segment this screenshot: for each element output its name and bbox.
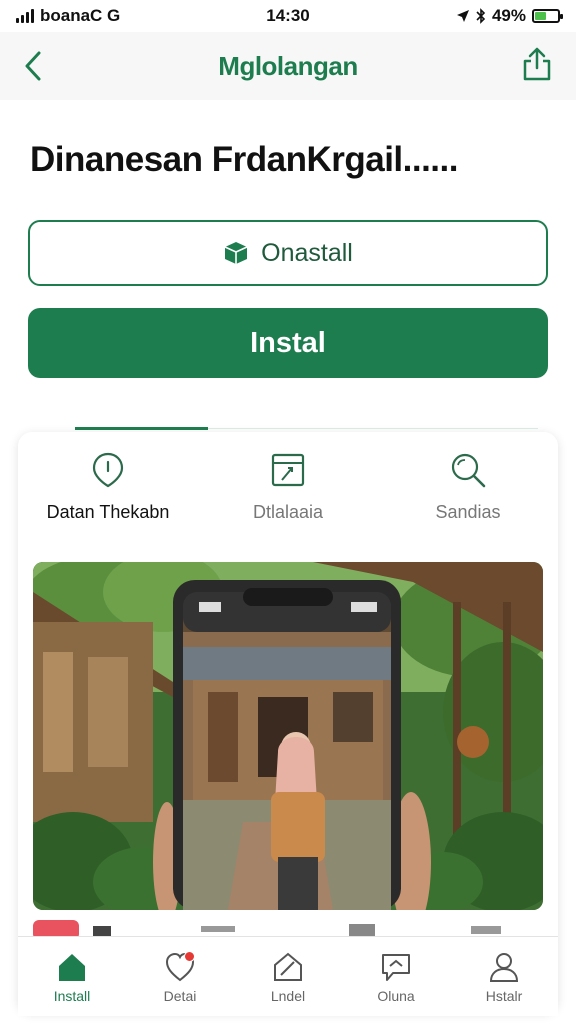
install-button[interactable]: Instal xyxy=(28,308,548,378)
battery-icon xyxy=(532,9,563,23)
share-button[interactable] xyxy=(520,44,554,84)
page-title: Dinanesan FrdanKrgail...... xyxy=(30,140,458,179)
signal-icon xyxy=(16,9,34,23)
notebook-icon xyxy=(268,450,308,490)
tab-label: Datan Thekabn xyxy=(46,502,170,522)
nav-detai[interactable]: Detai xyxy=(126,937,234,1016)
carrier-label: boanaC G xyxy=(40,6,121,25)
search-icon xyxy=(448,450,488,490)
app-header: Mglolangan xyxy=(0,32,576,100)
onastall-button[interactable]: Onastall xyxy=(28,220,548,286)
share-icon xyxy=(523,47,551,81)
heart-badge-icon xyxy=(163,950,197,984)
status-right: 49% xyxy=(360,6,563,26)
nav-label: Install xyxy=(53,987,91,1004)
tab-bar: Datan Thekabn Dtlalaaia Sandias xyxy=(18,450,558,540)
bottom-nav: Install Detai Lndel Oluna Hstalr xyxy=(18,936,558,1016)
preview-image[interactable] xyxy=(33,562,543,910)
chevron-left-icon xyxy=(25,51,41,81)
home-icon xyxy=(55,950,89,984)
onastall-label: Onastall xyxy=(261,238,353,267)
nav-label: Oluna xyxy=(377,987,415,1004)
tab-datan-thekabn[interactable]: Datan Thekabn xyxy=(18,450,198,540)
tab-sandias[interactable]: Sandias xyxy=(378,450,558,540)
tab-label: Dtlalaaia xyxy=(252,502,324,522)
tab-label: Sandias xyxy=(435,502,501,522)
app-name: Mglolangan xyxy=(218,50,358,81)
notification-badge xyxy=(184,950,195,962)
status-bar: boanaC G 14:30 49% xyxy=(0,0,576,32)
nav-hstalr[interactable]: Hstalr xyxy=(450,937,558,1016)
status-left: boanaC G xyxy=(16,6,216,26)
status-time: 14:30 xyxy=(266,6,310,25)
nav-install[interactable]: Install xyxy=(18,937,126,1016)
chat-icon xyxy=(379,950,413,984)
battery-percent: 49% xyxy=(491,6,526,25)
tab-dtlalaaia[interactable]: Dtlalaaia xyxy=(198,450,378,540)
nav-label: Hstalr xyxy=(485,987,523,1004)
back-button[interactable] xyxy=(18,46,48,86)
tab-divider xyxy=(208,428,538,429)
nav-lndel[interactable]: Lndel xyxy=(234,937,342,1016)
location-pin-icon xyxy=(88,450,128,490)
bluetooth-icon xyxy=(476,8,486,24)
install-label: Instal xyxy=(250,326,326,359)
nav-label: Detai xyxy=(163,987,197,1004)
edit-icon xyxy=(271,950,305,984)
location-arrow-icon xyxy=(456,10,469,22)
battery-fill xyxy=(535,12,546,20)
nav-label: Lndel xyxy=(270,987,306,1004)
active-tab-indicator xyxy=(75,427,208,430)
box-icon xyxy=(224,242,248,264)
nav-oluna[interactable]: Oluna xyxy=(342,937,450,1016)
profile-icon xyxy=(487,950,521,984)
